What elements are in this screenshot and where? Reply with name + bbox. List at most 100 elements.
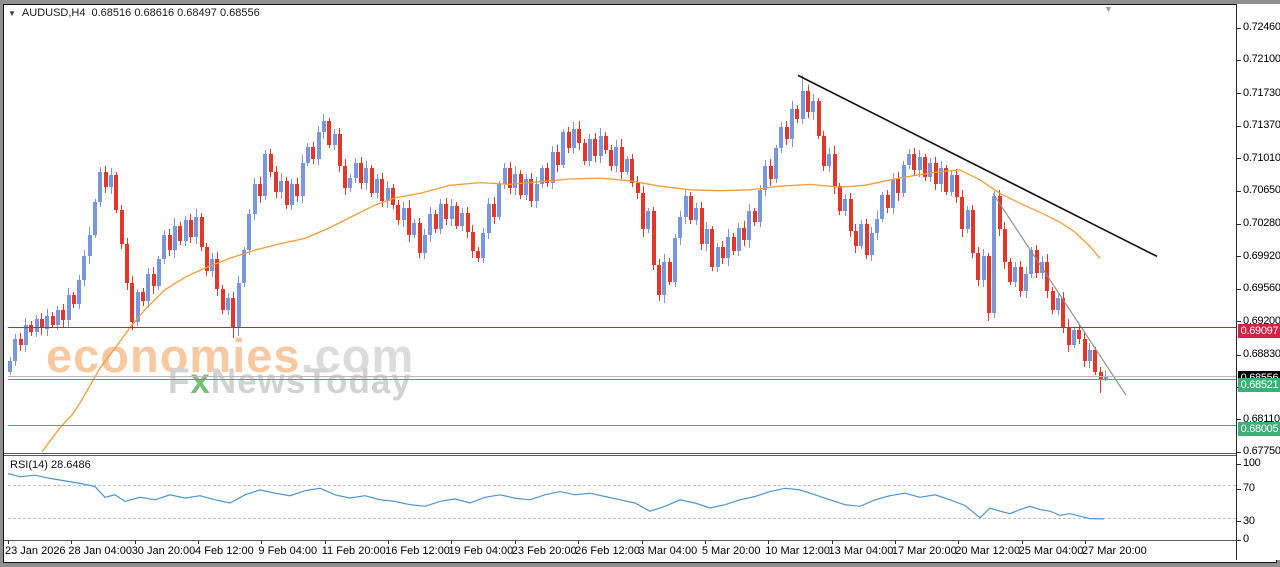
candle	[715, 247, 720, 268]
candle	[555, 151, 560, 165]
candle	[609, 150, 614, 167]
candle	[800, 90, 805, 120]
candle	[50, 315, 55, 325]
symbol-timeframe-label: AUDUSD,H4	[21, 7, 86, 19]
candle	[976, 252, 981, 280]
candle	[1008, 261, 1013, 282]
time-axis-tick	[514, 541, 516, 544]
symbol-dropdown-icon[interactable]: ▼	[8, 9, 16, 18]
time-axis-tick	[1021, 541, 1023, 544]
pane-separator[interactable]	[4, 453, 1236, 454]
candle	[593, 139, 598, 156]
candle	[87, 234, 92, 257]
candle	[497, 184, 502, 217]
time-axis[interactable]: 23 Jan 2026 28 Jan 04:00 30 Jan 20:00 4 Feb…	[4, 541, 1236, 560]
candle	[710, 229, 715, 268]
candle	[806, 90, 810, 113]
price-axis-label: 0.71010	[1243, 151, 1280, 164]
candle	[1061, 297, 1066, 327]
time-axis-label: 16 Feb 12:00	[385, 545, 450, 557]
price-axis-label: 0.68830	[1243, 348, 1280, 361]
price-axis-label: 0.70650	[1243, 184, 1280, 197]
candle	[673, 238, 677, 282]
time-axis-tick	[894, 541, 896, 544]
support-line[interactable]	[8, 425, 1236, 426]
chart-shift-marker-icon[interactable]: ▼	[1104, 5, 1113, 14]
candle	[1034, 250, 1039, 273]
price-axis[interactable]: 0.72460 0.72100 0.71730 0.71370 0.71010 0.706…	[1236, 4, 1280, 560]
candle	[752, 211, 757, 223]
candle	[380, 178, 385, 201]
candle	[407, 207, 411, 235]
candle	[561, 132, 566, 165]
candle	[311, 146, 316, 160]
time-axis-tick	[71, 541, 73, 544]
candle	[933, 162, 938, 185]
time-axis-tick	[198, 541, 200, 544]
candle	[518, 173, 523, 196]
candle	[614, 146, 619, 167]
price-axis-label: 0.69560	[1243, 282, 1280, 295]
support-line[interactable]	[8, 379, 1236, 380]
candle	[779, 126, 784, 149]
candle	[103, 171, 108, 188]
candle	[981, 256, 986, 280]
candle	[513, 173, 518, 188]
candle	[252, 184, 257, 215]
candle	[470, 232, 475, 251]
candle	[337, 133, 342, 167]
pane-separator[interactable]	[4, 455, 1236, 456]
candle	[625, 159, 630, 172]
candle	[1087, 350, 1092, 361]
candle	[1077, 330, 1082, 340]
chart-title: ▼ AUDUSD,H4 0.68516 0.68616 0.68497 0.68…	[8, 7, 260, 19]
candle	[13, 339, 18, 361]
candle	[316, 132, 321, 160]
candle	[305, 146, 310, 163]
candle	[172, 225, 177, 251]
candle	[364, 168, 369, 183]
candle	[438, 204, 443, 230]
candle	[231, 297, 236, 329]
candle	[869, 233, 874, 255]
candle	[997, 196, 1002, 230]
candle	[454, 205, 459, 226]
candle	[736, 227, 741, 252]
price-axis-label: 0.72100	[1243, 53, 1280, 66]
candle	[327, 121, 332, 145]
rsi-axis-tick	[1237, 539, 1241, 541]
candle	[917, 157, 922, 170]
candle	[93, 202, 98, 235]
candle	[476, 251, 481, 259]
time-axis-label: 23 Jan 2026	[5, 545, 66, 557]
rsi-axis-tick	[1237, 463, 1241, 465]
price-axis-tick	[1237, 223, 1241, 225]
candle	[864, 224, 869, 255]
candle	[348, 178, 353, 188]
time-axis-tick	[134, 541, 136, 544]
rsi-current-value: 28.6486	[50, 459, 91, 471]
candle	[109, 175, 114, 188]
rsi-axis-label: 100	[1243, 457, 1261, 470]
resistance-line[interactable]	[8, 327, 1236, 328]
candle	[678, 216, 683, 239]
price-axis-tick	[1237, 125, 1241, 127]
time-axis-label: 4 Feb 12:00	[195, 545, 254, 557]
candle	[880, 195, 885, 219]
candle	[811, 101, 816, 113]
candle	[61, 310, 66, 321]
candle	[1050, 290, 1055, 311]
candle	[188, 220, 193, 237]
candle	[1029, 250, 1034, 275]
candle	[236, 283, 241, 329]
candle	[763, 166, 768, 190]
candle	[242, 250, 247, 284]
candle	[859, 224, 864, 246]
main-chart-pane[interactable]	[0, 0, 1236, 567]
candle	[156, 259, 161, 287]
price-axis-tick	[1237, 27, 1241, 29]
candle	[747, 211, 752, 241]
candle	[263, 153, 268, 197]
price-axis-label: 0.70280	[1243, 217, 1280, 230]
candle	[162, 234, 167, 260]
